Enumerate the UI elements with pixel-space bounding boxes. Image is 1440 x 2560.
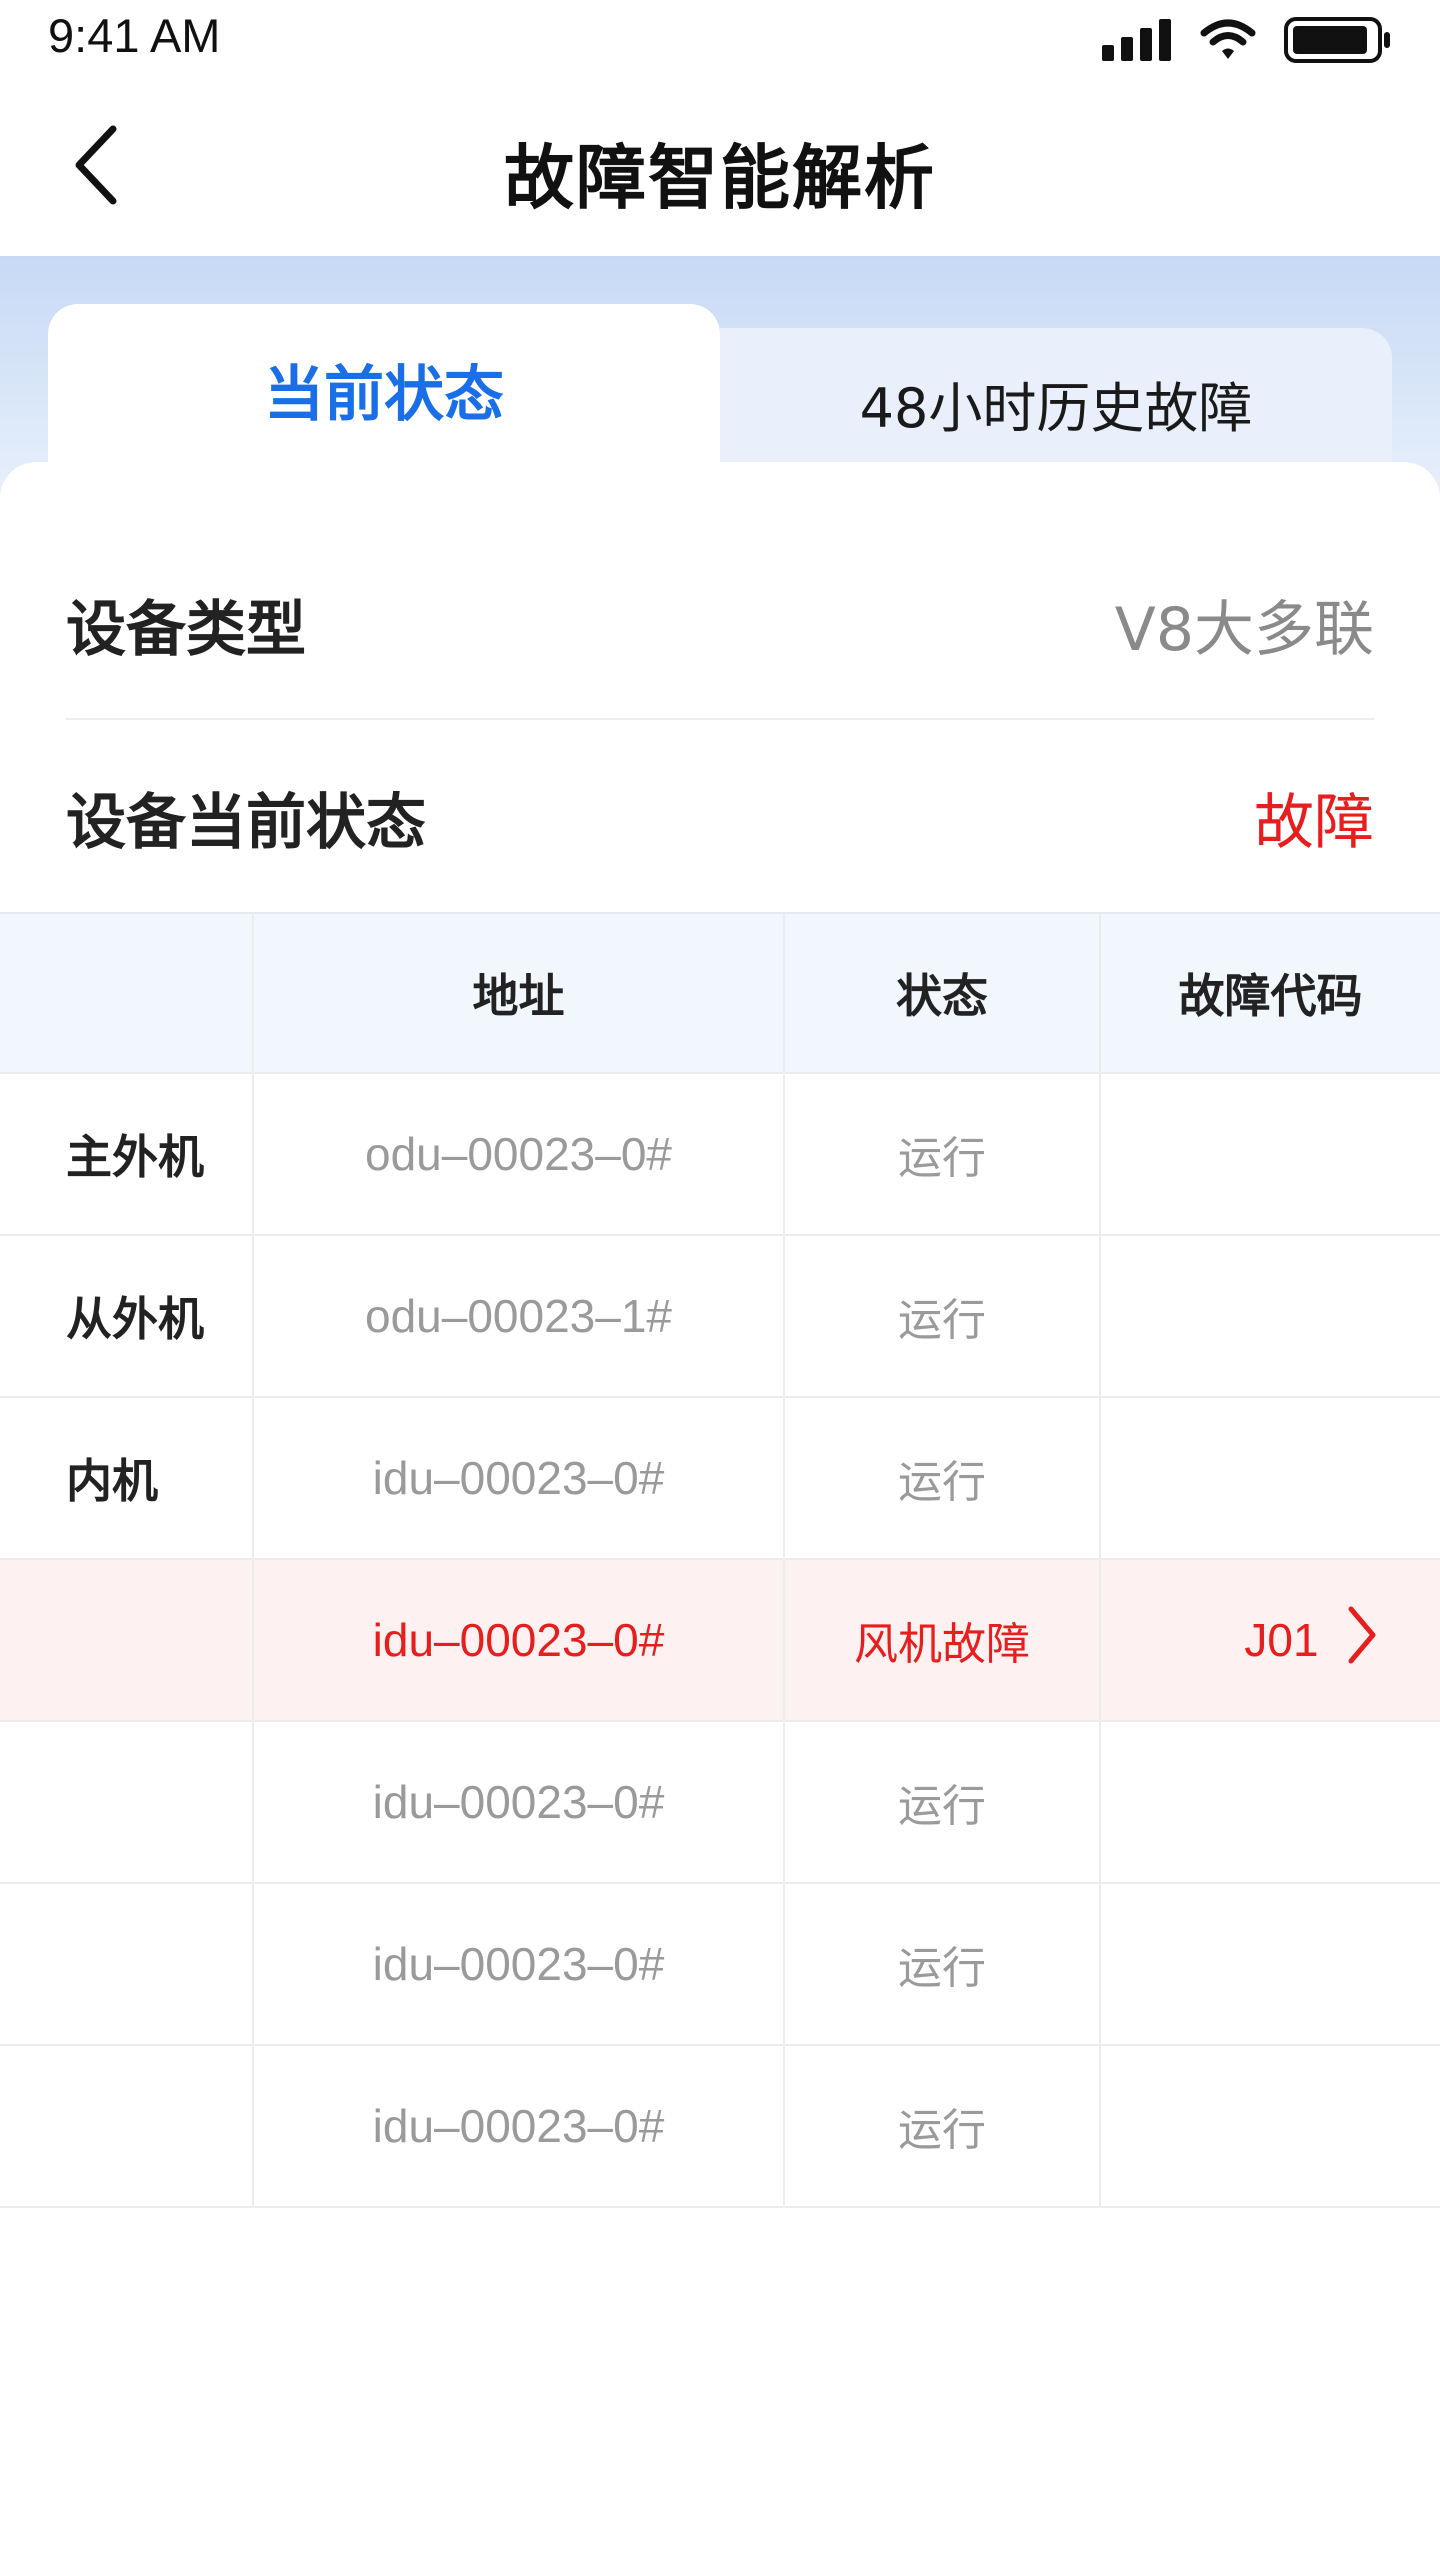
address-cell: idu–00023–0# [254,1398,785,1558]
unit-type-cell [0,2046,254,2206]
unit-type-cell: 主外机 [0,1074,254,1234]
navigation-bar: 故障智能解析 [0,82,1440,256]
current-status-value: 故障 [1254,787,1374,858]
status-cell: 运行 [785,1074,1101,1234]
status-icons [1102,17,1392,67]
header-status: 状态 [785,914,1101,1072]
address-cell: odu–00023–0# [254,1074,785,1234]
status-cell: 运行 [785,1398,1101,1558]
chevron-left-icon [71,123,119,211]
current-status-label: 设备当前状态 [66,787,426,858]
table-row-fault[interactable]: idu–00023–0# 风机故障 J01 [0,1560,1440,1722]
status-bar: 9:41 AM [0,0,1440,82]
wifi-icon [1200,19,1256,65]
status-cell: 运行 [785,2046,1101,2206]
fault-code-cell [1101,1722,1440,1882]
table-row: 从外机 odu–00023–1# 运行 [0,1236,1440,1398]
status-cell: 运行 [785,1722,1101,1882]
fault-code-cell [1101,1398,1440,1558]
unit-type-cell [0,1560,254,1720]
back-button[interactable] [60,122,130,212]
status-cell: 运行 [785,1884,1101,2044]
device-type-label: 设备类型 [66,594,306,665]
page-title: 故障智能解析 [504,137,936,219]
current-status-row: 设备当前状态 故障 [66,722,1374,912]
battery-icon [1284,17,1392,67]
signal-icon [1102,19,1172,65]
table-header-row: 地址 状态 故障代码 [0,912,1440,1074]
unit-type-cell [0,1722,254,1882]
fault-code-text: J01 [1244,1614,1319,1666]
unit-type-cell: 内机 [0,1398,254,1558]
table-row: idu–00023–0# 运行 [0,1722,1440,1884]
table-row: 内机 idu–00023–0# 运行 [0,1398,1440,1560]
unit-type-cell [0,1884,254,2044]
address-cell: idu–00023–0# [254,1722,785,1882]
status-time: 9:41 AM [48,9,221,62]
header-address: 地址 [254,914,785,1072]
status-cell: 风机故障 [785,1560,1101,1720]
table-row: idu–00023–0# 运行 [0,1884,1440,2046]
address-cell: odu–00023–1# [254,1236,785,1396]
device-type-value: V8大多联 [1114,594,1374,665]
fault-code-cell[interactable]: J01 [1101,1560,1440,1720]
fault-code-cell [1101,1884,1440,2044]
device-type-row: 设备类型 V8大多联 [66,530,1374,720]
table-row: idu–00023–0# 运行 [0,2046,1440,2208]
fault-code-cell [1101,2046,1440,2206]
status-cell: 运行 [785,1236,1101,1396]
address-cell: idu–00023–0# [254,1560,785,1720]
fault-code-cell [1101,1074,1440,1234]
header-unit-type [0,914,254,1072]
unit-status-table: 地址 状态 故障代码 主外机 odu–00023–0# 运行 从外机 odu–0… [0,912,1440,2208]
unit-type-cell: 从外机 [0,1236,254,1396]
chevron-right-icon [1347,1605,1377,1676]
address-cell: idu–00023–0# [254,1884,785,2044]
table-row: 主外机 odu–00023–0# 运行 [0,1074,1440,1236]
fault-code-link[interactable]: J01 [1101,1605,1440,1676]
address-cell: idu–00023–0# [254,2046,785,2206]
header-fault-code: 故障代码 [1178,969,1363,1023]
fault-code-cell [1101,1236,1440,1396]
